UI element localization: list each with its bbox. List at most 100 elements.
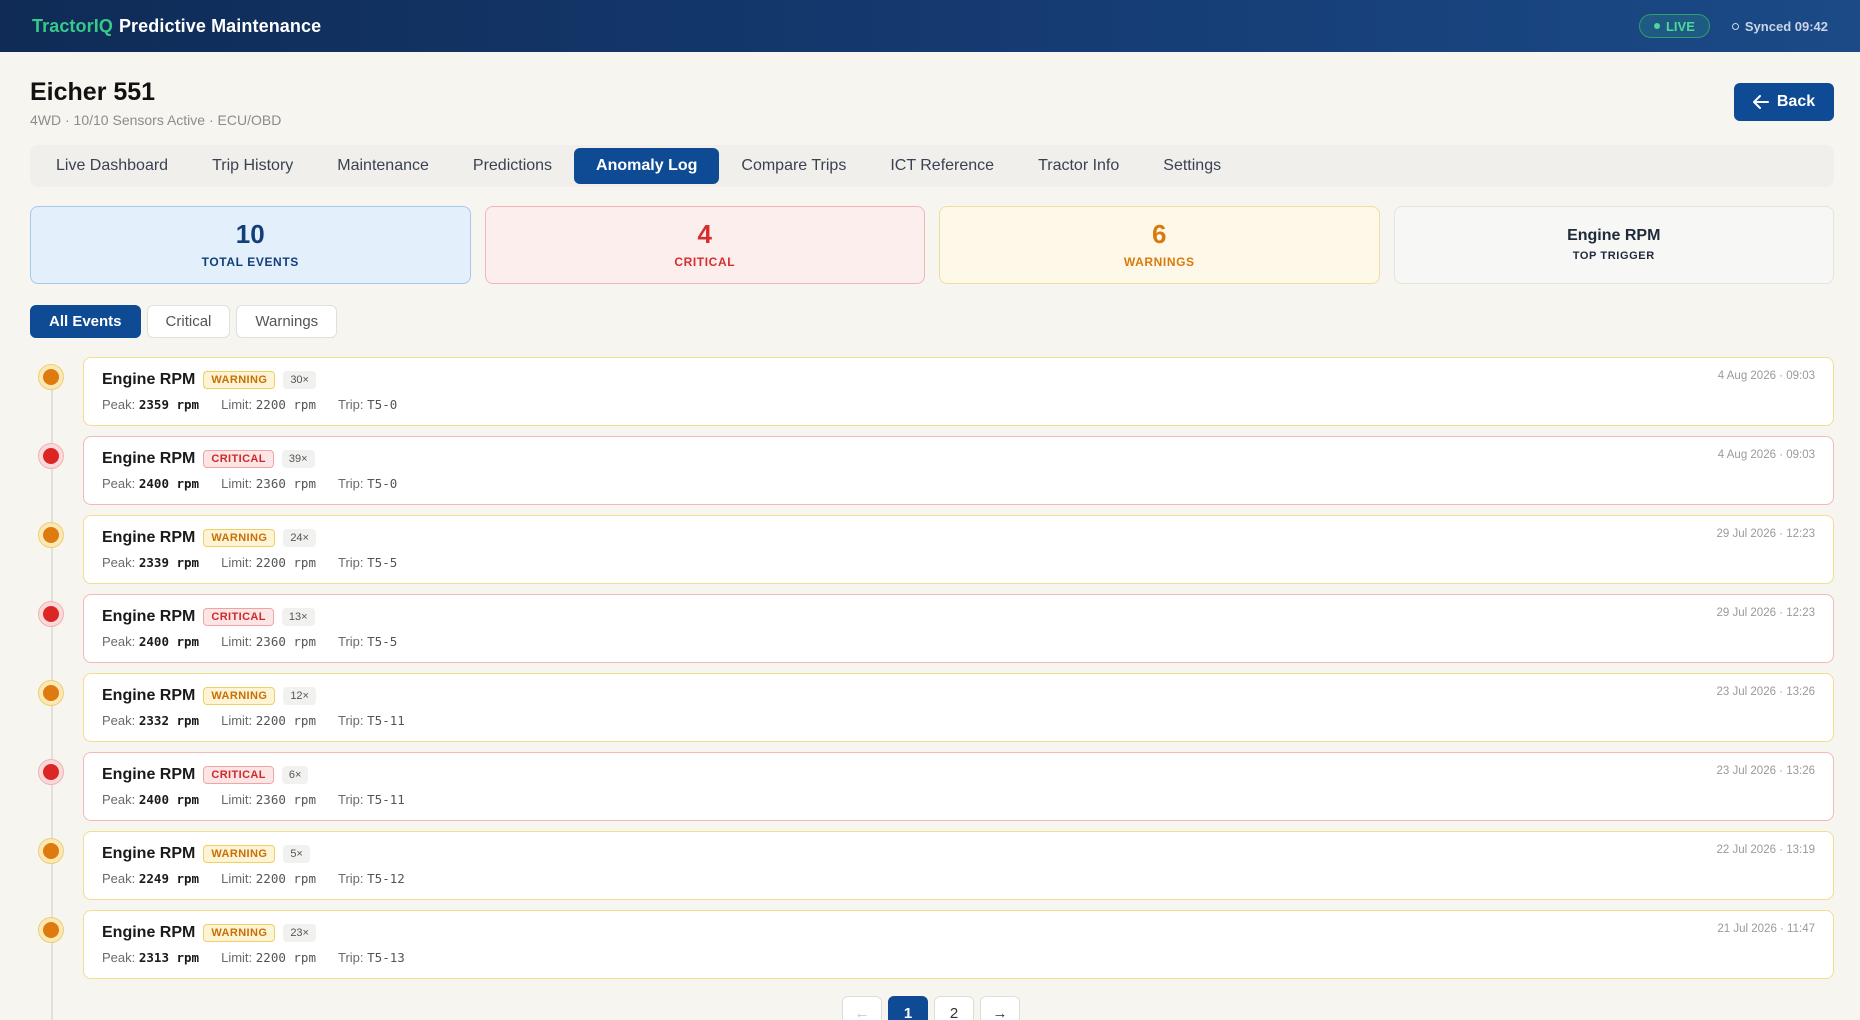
stat-total-label: TOTAL EVENTS bbox=[201, 254, 299, 269]
filter-critical[interactable]: Critical bbox=[146, 305, 231, 338]
trip-id: T5-11 bbox=[367, 713, 405, 728]
tab-trip-history[interactable]: Trip History bbox=[190, 148, 315, 184]
event-filters: All Events Critical Warnings bbox=[30, 305, 338, 338]
app-brand[interactable]: TractorIQ Predictive Maintenance bbox=[32, 16, 321, 37]
live-dot-icon bbox=[1653, 23, 1660, 29]
trip-label: Trip: bbox=[338, 713, 364, 728]
peak-field: Peak: 2400 rpm bbox=[102, 792, 199, 807]
stat-trigger-label: TOP TRIGGER bbox=[1572, 249, 1655, 262]
brand-name: TractorIQ bbox=[32, 15, 113, 36]
peak-field: Peak: 2332 rpm bbox=[102, 713, 199, 728]
stat-critical: 4 CRITICAL bbox=[484, 206, 925, 284]
event-row: Engine RPM WARNING 5× Peak: 2249 rpm Limit: … bbox=[30, 831, 1834, 900]
limit-label: Limit: bbox=[221, 555, 253, 570]
sync-icon bbox=[1731, 22, 1739, 30]
page-header: Eicher 551 4WD · 10/10 Sensors Active · … bbox=[30, 78, 281, 128]
occurrence-count: 13× bbox=[281, 608, 315, 626]
tab-compare-trips[interactable]: Compare Trips bbox=[719, 148, 868, 184]
prev-page-button[interactable]: ← bbox=[842, 996, 882, 1020]
event-details: Peak: 2400 rpm Limit: 2360 rpm Trip: T5-11 bbox=[102, 792, 1815, 807]
page-2-button[interactable]: 2 bbox=[934, 996, 974, 1020]
tab-settings[interactable]: Settings bbox=[1141, 148, 1243, 184]
limit-field: Limit: 2200 rpm bbox=[221, 397, 316, 412]
next-page-button[interactable]: → bbox=[980, 996, 1020, 1020]
trip-label: Trip: bbox=[338, 634, 364, 649]
limit-field: Limit: 2200 rpm bbox=[221, 871, 316, 886]
stat-total-value: 10 bbox=[235, 219, 265, 250]
tab-predictions[interactable]: Predictions bbox=[451, 148, 574, 184]
back-button[interactable]: Back bbox=[1734, 83, 1834, 121]
limit-label: Limit: bbox=[221, 792, 253, 807]
occurrence-count: 30× bbox=[283, 371, 316, 389]
stat-warnings-label: WARNINGS bbox=[1123, 254, 1195, 269]
event-card[interactable]: Engine RPM WARNING 12× Peak: 2332 rpm Limit:… bbox=[83, 673, 1834, 742]
event-card[interactable]: Engine RPM WARNING 30× Peak: 2359 rpm Limit:… bbox=[83, 357, 1834, 426]
anomaly-event-list: Engine RPM WARNING 30× Peak: 2359 rpm Limit:… bbox=[30, 357, 1834, 989]
peak-field: Peak: 2339 rpm bbox=[102, 555, 199, 570]
filter-warnings[interactable]: Warnings bbox=[236, 305, 338, 338]
peak-value: 2400 rpm bbox=[138, 476, 200, 491]
severity-dot-core bbox=[43, 843, 59, 859]
event-sensor-name: Engine RPM bbox=[102, 371, 196, 388]
peak-field: Peak: 2313 rpm bbox=[102, 950, 199, 965]
event-card[interactable]: Engine RPM CRITICAL 39× Peak: 2400 rpm Limit… bbox=[83, 436, 1834, 505]
event-details: Peak: 2359 rpm Limit: 2200 rpm Trip: T5-0 bbox=[102, 397, 1815, 412]
stat-total-events: 10 TOTAL EVENTS bbox=[30, 206, 471, 284]
trip-id: T5-0 bbox=[367, 397, 398, 412]
occurrence-count: 5× bbox=[283, 845, 310, 863]
limit-field: Limit: 2360 rpm bbox=[221, 634, 316, 649]
severity-badge: WARNING bbox=[203, 845, 276, 863]
event-sensor-name: Engine RPM bbox=[102, 924, 196, 941]
stat-trigger-value: Engine RPM bbox=[1567, 227, 1661, 245]
peak-field: Peak: 2249 rpm bbox=[102, 871, 199, 886]
event-card[interactable]: Engine RPM CRITICAL 6× Peak: 2400 rpm Limit:… bbox=[83, 752, 1834, 821]
trip-id: T5-5 bbox=[367, 634, 398, 649]
page-1-button[interactable]: 1 bbox=[888, 996, 928, 1020]
event-card[interactable]: Engine RPM CRITICAL 13× Peak: 2400 rpm Limit… bbox=[83, 594, 1834, 663]
trip-id: T5-11 bbox=[367, 792, 405, 807]
limit-field: Limit: 2360 rpm bbox=[221, 476, 316, 491]
event-card[interactable]: Engine RPM WARNING 24× Peak: 2339 rpm Limit:… bbox=[83, 515, 1834, 584]
limit-value: 2200 rpm bbox=[255, 950, 316, 965]
limit-value: 2200 rpm bbox=[255, 397, 316, 412]
event-card[interactable]: Engine RPM WARNING 5× Peak: 2249 rpm Limit: … bbox=[83, 831, 1834, 900]
severity-badge: WARNING bbox=[203, 924, 276, 942]
severity-dot-core bbox=[43, 764, 59, 780]
limit-label: Limit: bbox=[221, 397, 253, 412]
tab-ict-reference[interactable]: ICT Reference bbox=[868, 148, 1016, 184]
peak-value: 2400 rpm bbox=[138, 792, 200, 807]
severity-badge: WARNING bbox=[203, 687, 276, 705]
limit-label: Limit: bbox=[221, 713, 253, 728]
pagination: ← 1 2 → bbox=[842, 996, 1020, 1020]
sync-status: Synced 09:42 bbox=[1731, 19, 1828, 34]
occurrence-count: 12× bbox=[283, 687, 316, 705]
tab-bar: Live Dashboard Trip History Maintenance Pre… bbox=[30, 145, 1834, 187]
event-timestamp: 23 Jul 2026 · 13:26 bbox=[1716, 765, 1815, 777]
limit-value: 2200 rpm bbox=[255, 555, 316, 570]
trip-id: T5-12 bbox=[367, 871, 405, 886]
event-details: Peak: 2313 rpm Limit: 2200 rpm Trip: T5-13 bbox=[102, 950, 1815, 965]
filter-all-events[interactable]: All Events bbox=[30, 305, 141, 338]
trip-field: Trip: T5-13 bbox=[338, 950, 405, 965]
stat-critical-label: CRITICAL bbox=[674, 254, 736, 269]
tab-anomaly-log[interactable]: Anomaly Log bbox=[574, 148, 720, 184]
event-row: Engine RPM CRITICAL 39× Peak: 2400 rpm Limit… bbox=[30, 436, 1834, 505]
arrow-left-icon bbox=[1752, 95, 1769, 109]
trip-field: Trip: T5-5 bbox=[338, 555, 397, 570]
tab-tractor-info[interactable]: Tractor Info bbox=[1016, 148, 1141, 184]
tab-maintenance[interactable]: Maintenance bbox=[315, 148, 451, 184]
stat-top-trigger: Engine RPM TOP TRIGGER bbox=[1393, 206, 1834, 284]
trip-label: Trip: bbox=[338, 792, 364, 807]
event-header: Engine RPM WARNING 23× bbox=[102, 924, 1815, 942]
tab-live-dashboard[interactable]: Live Dashboard bbox=[34, 148, 190, 184]
event-details: Peak: 2400 rpm Limit: 2360 rpm Trip: T5-0 bbox=[102, 476, 1815, 491]
severity-dot-core bbox=[43, 606, 59, 622]
event-sensor-name: Engine RPM bbox=[102, 450, 196, 467]
severity-dot-core bbox=[43, 922, 59, 938]
trip-field: Trip: T5-12 bbox=[338, 871, 405, 886]
event-header: Engine RPM CRITICAL 6× bbox=[102, 766, 1815, 784]
trip-id: T5-0 bbox=[367, 476, 398, 491]
event-card[interactable]: Engine RPM WARNING 23× Peak: 2313 rpm Limit:… bbox=[83, 910, 1834, 979]
peak-value: 2332 rpm bbox=[138, 713, 200, 728]
limit-value: 2360 rpm bbox=[255, 792, 316, 807]
